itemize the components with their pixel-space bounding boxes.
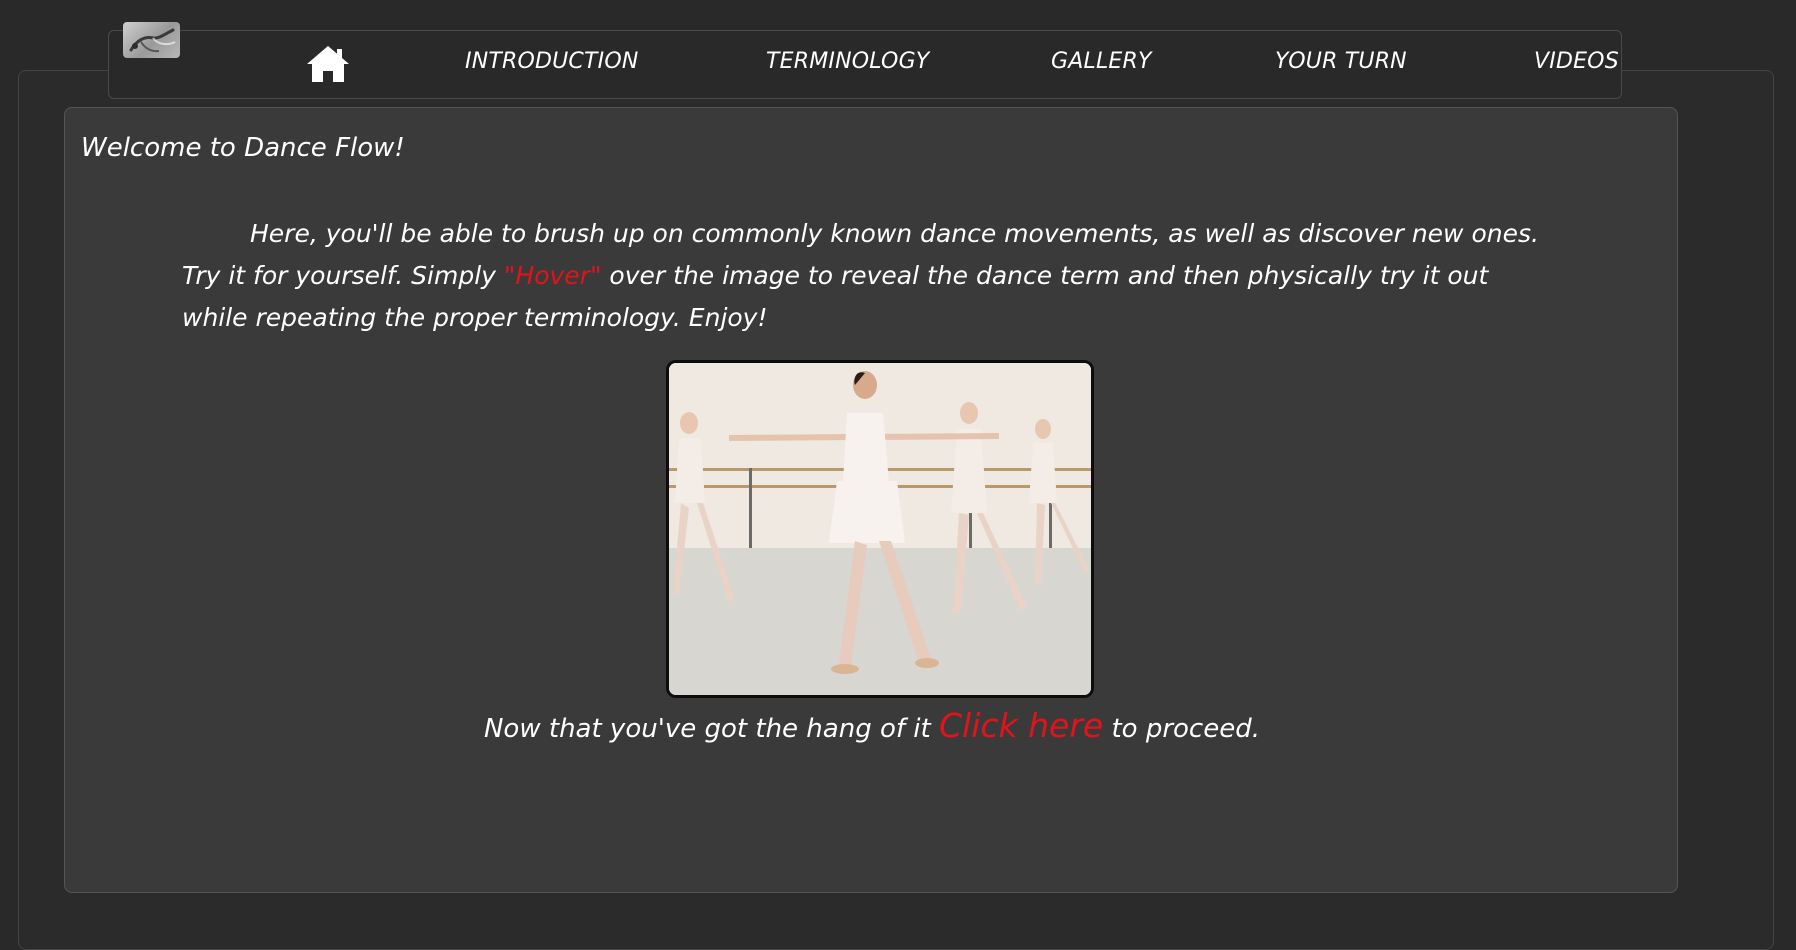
hover-highlight: "Hover"	[503, 261, 602, 290]
nav-videos[interactable]: VIDEOS	[1534, 49, 1619, 74]
ballet-class-photo	[669, 363, 1091, 695]
nav-introduction[interactable]: INTRODUCTION	[465, 49, 639, 74]
intro-paragraph: Here, you'll be able to brush up on comm…	[182, 213, 1542, 339]
click-here-link[interactable]: Click here	[939, 706, 1103, 745]
nav-gallery[interactable]: GALLERY	[1051, 49, 1152, 74]
content-panel: Welcome to Dance Flow! Here, you'll be a…	[64, 107, 1678, 893]
home-button[interactable]	[304, 43, 352, 85]
dance-hover-image[interactable]	[666, 360, 1094, 698]
proceed-text-end: to proceed.	[1103, 714, 1260, 744]
nav-terminology[interactable]: TERMINOLOGY	[766, 49, 929, 74]
dancer-logo-icon[interactable]	[123, 22, 180, 58]
page-title: Welcome to Dance Flow!	[81, 133, 405, 163]
nav-your-turn[interactable]: YOUR TURN	[1275, 49, 1407, 74]
home-icon	[307, 46, 349, 82]
proceed-text-start: Now that you've got the hang of it	[483, 714, 939, 744]
proceed-line: Now that you've got the hang of it Click…	[65, 706, 1679, 745]
